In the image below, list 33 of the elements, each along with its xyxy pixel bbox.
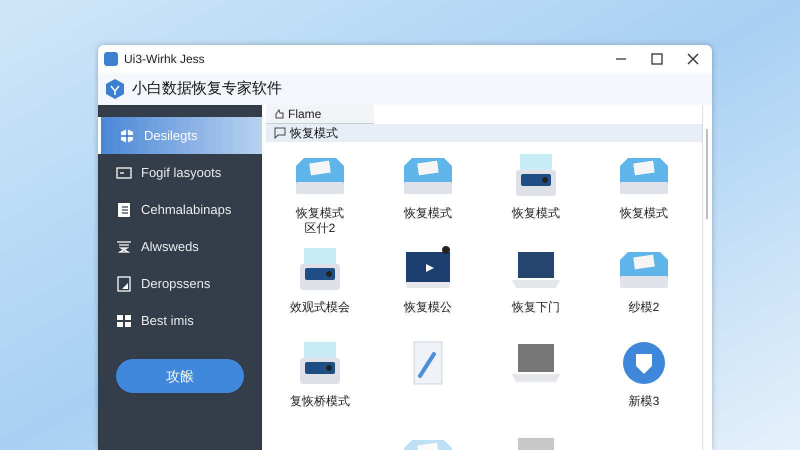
sidebar-item[interactable]: Best imis bbox=[98, 302, 262, 339]
hand-icon bbox=[274, 109, 284, 119]
scrollbar[interactable] bbox=[702, 105, 710, 450]
sidebar-action-button[interactable]: 攻餱 bbox=[116, 359, 244, 393]
file-label[interactable]: 恢复模公 bbox=[404, 300, 452, 330]
file-label[interactable]: 复恢桥模式 bbox=[290, 394, 350, 424]
file-label[interactable]: 恢复模式 bbox=[404, 206, 452, 236]
speech-bubble-icon bbox=[274, 127, 286, 139]
document-icon bbox=[116, 276, 132, 292]
file-label[interactable]: 恢复模式 区什2 bbox=[296, 206, 344, 236]
sidebar-item[interactable]: Alwsweds bbox=[98, 228, 262, 265]
window-title: Ui3-Wirhk Jess bbox=[124, 51, 206, 68]
maximize-icon[interactable] bbox=[650, 52, 664, 66]
file-label[interactable]: 新模3 bbox=[628, 394, 660, 424]
grid-icon bbox=[116, 312, 132, 328]
file-label[interactable]: 恢复下门 bbox=[512, 300, 560, 330]
hexagon-logo-icon bbox=[104, 78, 126, 100]
sidebar-item[interactable]: Fogif lasyoots bbox=[98, 154, 262, 191]
book-icon bbox=[116, 202, 132, 218]
sidebar-item[interactable]: Cehmalabinaps bbox=[98, 191, 262, 228]
file-label[interactable]: 纱模2 bbox=[628, 300, 660, 330]
app-logo-icon bbox=[104, 52, 118, 66]
path-row[interactable]: 恢复模式 bbox=[266, 124, 702, 142]
app-name: 小白数据恢复专家软件 bbox=[132, 78, 282, 99]
column-header[interactable]: Flame bbox=[266, 105, 374, 124]
close-icon[interactable] bbox=[686, 52, 700, 66]
sidebar-item[interactable]: Deropssens bbox=[98, 265, 262, 302]
monitor-icon bbox=[116, 164, 132, 180]
file-label[interactable]: 恢复模式 bbox=[620, 206, 668, 236]
file-label[interactable]: 恢复模式 bbox=[512, 206, 560, 236]
file-label[interactable]: 效观式模会 bbox=[290, 300, 350, 330]
cube-icon bbox=[119, 128, 135, 144]
stand-icon bbox=[116, 238, 132, 254]
